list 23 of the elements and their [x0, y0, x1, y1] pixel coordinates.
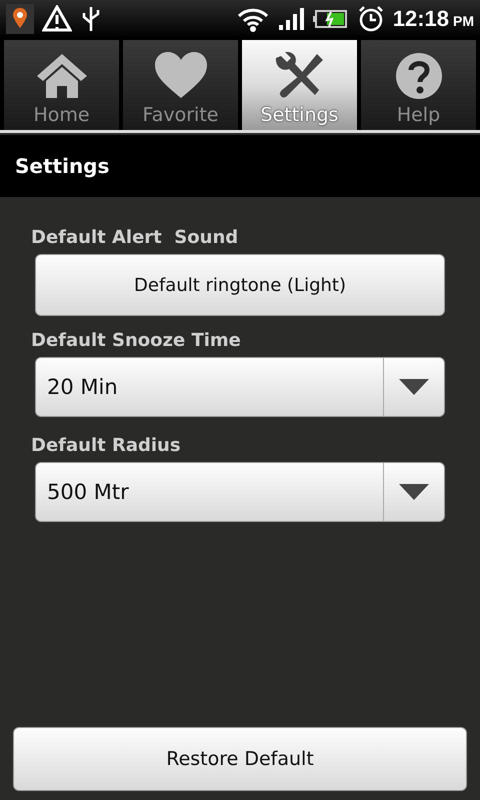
dropdown[interactable]: 20 Min	[35, 357, 445, 417]
page-title: Settings	[15, 154, 110, 178]
location-pin-icon	[6, 4, 34, 34]
tab[interactable]: Help	[361, 40, 476, 130]
setting-label: Default Radius	[31, 435, 182, 456]
dropdown[interactable]: 500 Mtr	[35, 462, 445, 522]
usb-icon	[80, 5, 102, 33]
heart-icon	[154, 52, 208, 100]
battery-icon	[312, 8, 349, 30]
restore-default-button[interactable]: Restore Default	[13, 727, 467, 791]
tab[interactable]: Favorite	[123, 40, 238, 130]
wifi-icon	[236, 6, 269, 32]
tab[interactable]: Home	[4, 40, 119, 130]
setting-label: Default Snooze Time	[31, 330, 242, 351]
dropdown-arrow-icon	[399, 379, 429, 395]
ringtone-button[interactable]: Default ringtone (Light)	[35, 254, 445, 316]
clock-time: 12:18 PM	[392, 6, 474, 32]
dropdown-arrow-icon	[399, 484, 429, 500]
signal-icon	[276, 7, 305, 31]
home-icon	[34, 52, 88, 100]
setting-label: Default Alert Sound	[31, 227, 240, 248]
warning-icon	[42, 5, 72, 33]
alarm-clock-icon	[356, 5, 385, 33]
